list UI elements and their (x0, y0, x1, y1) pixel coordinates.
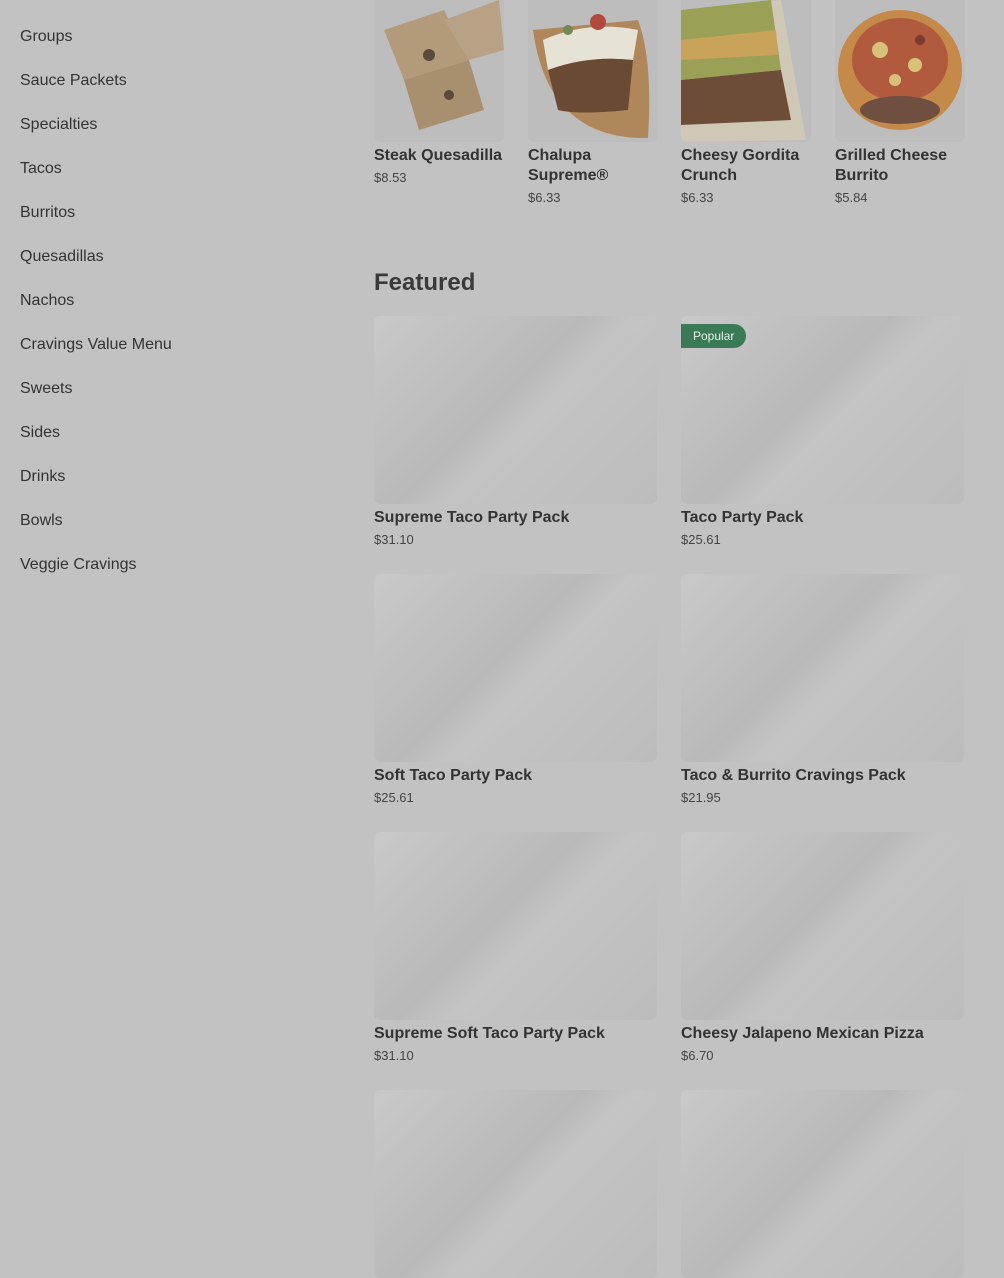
sidebar-item-sauce-packets[interactable]: Sauce Packets (20, 70, 320, 114)
top-item-card[interactable]: Chalupa Supreme® $6.33 (528, 0, 658, 206)
featured-item-image (681, 574, 964, 762)
sidebar-item-sides[interactable]: Sides (20, 422, 320, 466)
featured-item-card[interactable]: Supreme Soft Taco Party Pack $31.10 (374, 832, 657, 1064)
top-item-price: $6.33 (681, 190, 714, 205)
featured-item-price: $31.10 (374, 532, 414, 547)
featured-item-card[interactable] (374, 1090, 657, 1278)
featured-item-price: $25.61 (681, 532, 721, 547)
grilled-cheese-burrito-image (835, 0, 965, 142)
featured-item-card[interactable]: Cheesy Jalapeno Mexican Pizza $6.70 (681, 832, 964, 1064)
category-sidebar: Groups Sauce Packets Specialties Tacos B… (20, 26, 320, 598)
sidebar-item-sweets[interactable]: Sweets (20, 378, 320, 422)
featured-item-card[interactable]: Supreme Taco Party Pack $31.10 (374, 316, 657, 548)
featured-item-name: Cheesy Jalapeno Mexican Pizza (681, 1025, 924, 1042)
top-item-price: $8.53 (374, 170, 407, 185)
featured-item-name: Soft Taco Party Pack (374, 767, 532, 784)
popular-badge: Popular (681, 324, 747, 348)
featured-item-name: Taco Party Pack (681, 509, 804, 526)
sidebar-item-burritos[interactable]: Burritos (20, 202, 320, 246)
sidebar-item-specialties[interactable]: Specialties (20, 114, 320, 158)
featured-item-price: $21.95 (681, 790, 721, 805)
sidebar-item-quesadillas[interactable]: Quesadillas (20, 246, 320, 290)
sidebar-item-groups[interactable]: Groups (20, 26, 320, 70)
top-item-price: $5.84 (835, 190, 868, 205)
featured-item-image: Popular (681, 316, 964, 504)
featured-item-image (374, 832, 657, 1020)
top-item-card[interactable]: Steak Quesadilla $8.53 (374, 0, 504, 186)
featured-item-image (374, 316, 657, 504)
chalupa-supreme-image (528, 0, 658, 142)
top-item-name: Cheesy Gordita Crunch (681, 147, 800, 184)
sidebar-item-veggie-cravings[interactable]: Veggie Cravings (20, 554, 320, 598)
top-item-card[interactable]: Cheesy Gordita Crunch $6.33 (681, 0, 811, 206)
top-item-name: Steak Quesadilla (374, 147, 503, 164)
top-item-name: Grilled Cheese Burrito (835, 147, 948, 184)
featured-item-name: Taco & Burrito Cravings Pack (681, 767, 906, 784)
featured-item-price: $25.61 (374, 790, 414, 805)
featured-item-image (681, 832, 964, 1020)
sidebar-item-drinks[interactable]: Drinks (20, 466, 320, 510)
featured-heading: Featured (374, 269, 476, 296)
steak-quesadilla-image (374, 0, 504, 142)
cheesy-gordita-crunch-image (681, 0, 811, 142)
featured-item-price: $6.70 (681, 1048, 714, 1063)
featured-item-name: Supreme Soft Taco Party Pack (374, 1025, 605, 1042)
featured-item-card[interactable]: Taco & Burrito Cravings Pack $21.95 (681, 574, 964, 806)
featured-item-card[interactable]: Popular Taco Party Pack $25.61 (681, 316, 964, 548)
featured-item-image (681, 1090, 964, 1278)
top-item-name: Chalupa Supreme® (528, 147, 609, 184)
sidebar-item-nachos[interactable]: Nachos (20, 290, 320, 334)
top-items-row: Steak Quesadilla $8.53 Chalupa Supreme® … (374, 0, 1004, 240)
top-item-price: $6.33 (528, 190, 561, 205)
featured-item-name: Supreme Taco Party Pack (374, 509, 570, 526)
menu-main: Steak Quesadilla $8.53 Chalupa Supreme® … (374, 0, 1004, 1278)
top-item-card[interactable]: Grilled Cheese Burrito $5.84 (835, 0, 965, 206)
featured-item-image (374, 574, 657, 762)
featured-item-card[interactable]: Soft Taco Party Pack $25.61 (374, 574, 657, 806)
sidebar-item-bowls[interactable]: Bowls (20, 510, 320, 554)
featured-item-image (374, 1090, 657, 1278)
sidebar-item-cravings-value-menu[interactable]: Cravings Value Menu (20, 334, 320, 378)
sidebar-item-tacos[interactable]: Tacos (20, 158, 320, 202)
featured-item-price: $31.10 (374, 1048, 414, 1063)
featured-item-card[interactable] (681, 1090, 964, 1278)
